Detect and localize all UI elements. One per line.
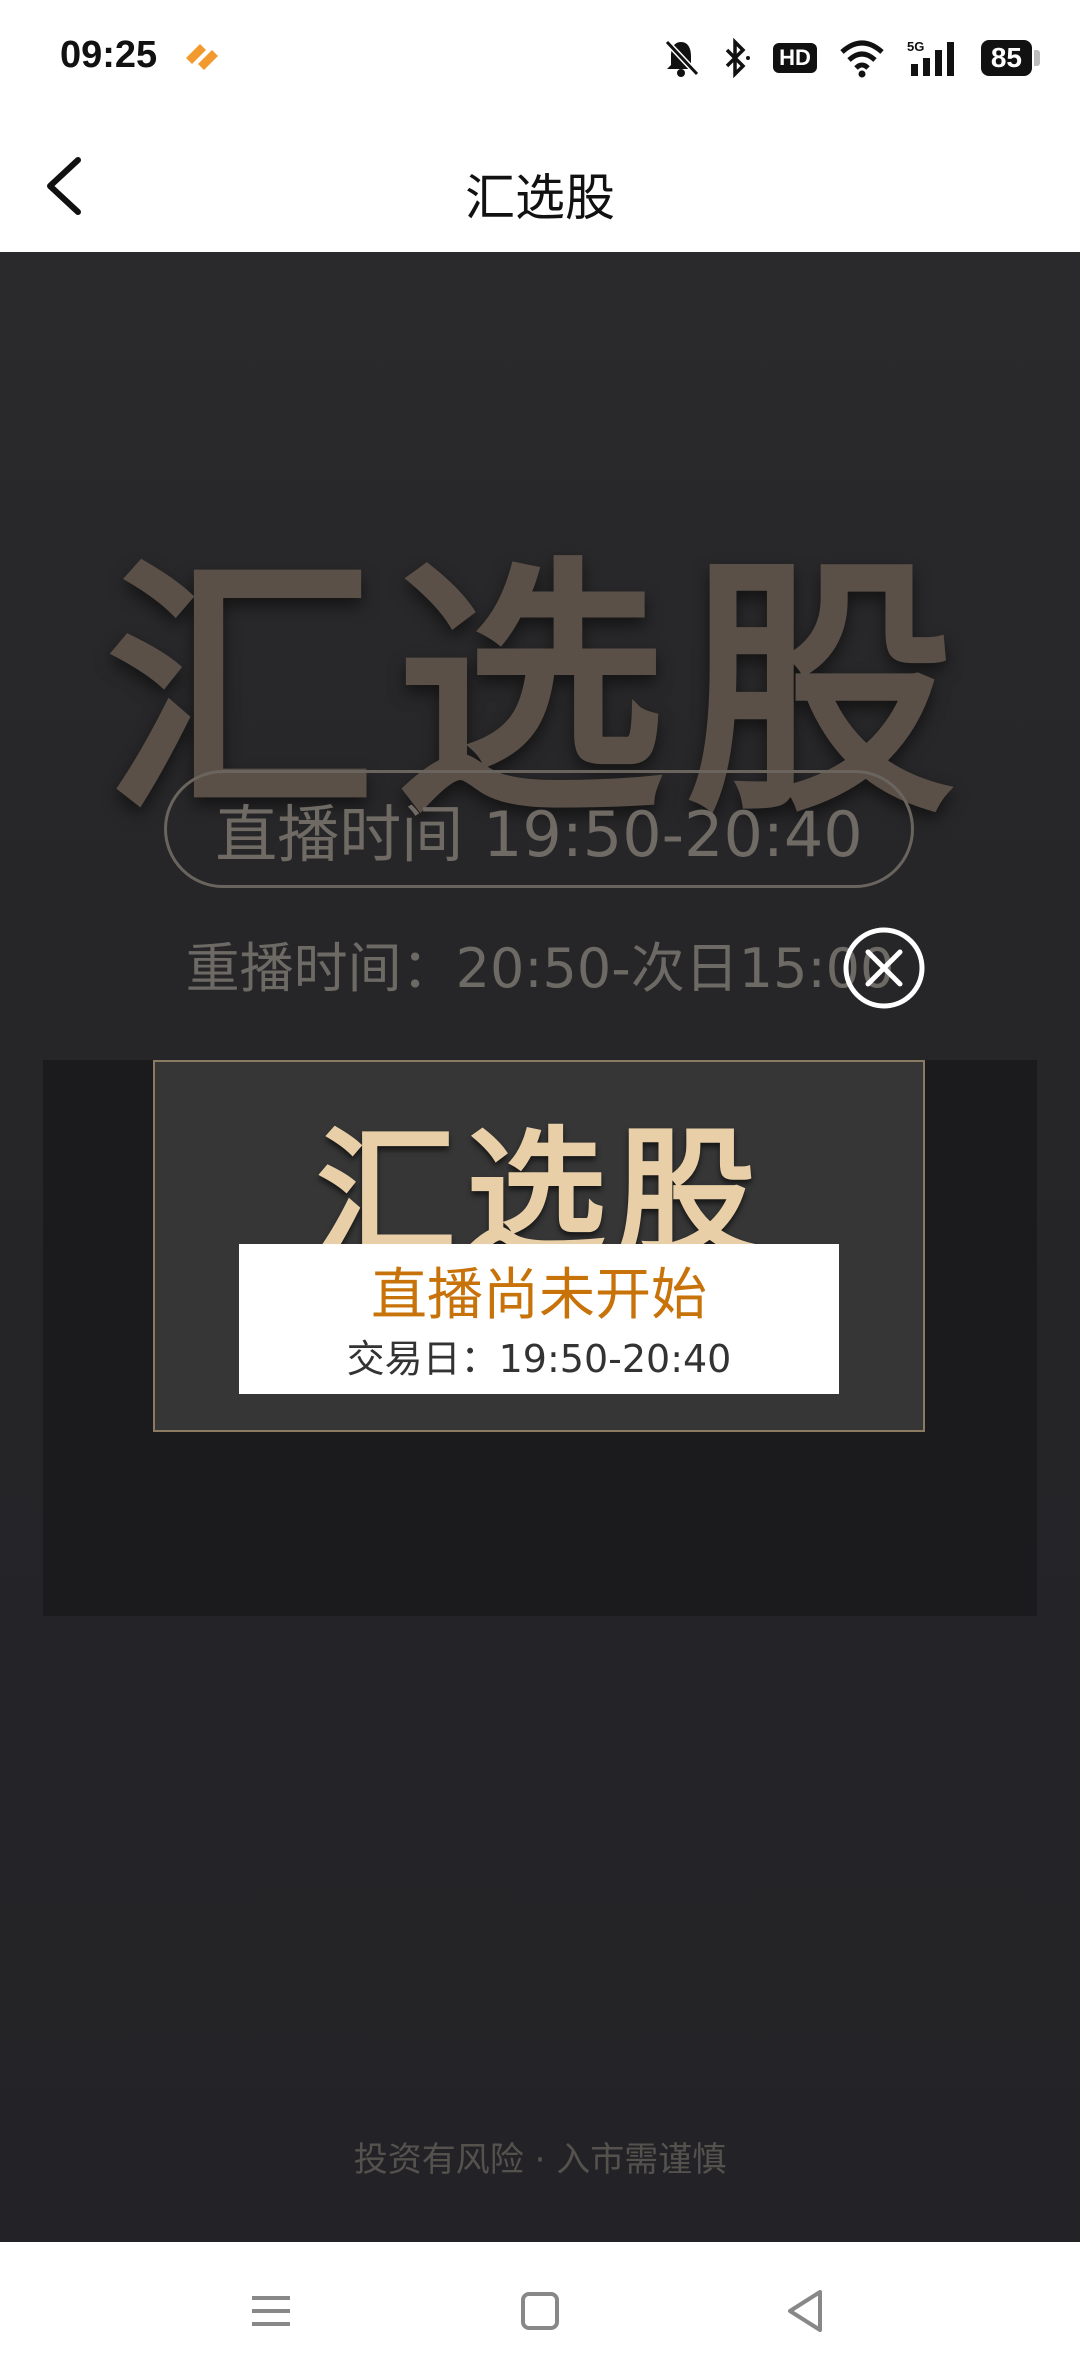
live-time-pill: 直播时间 19:50-20:40 — [164, 770, 914, 888]
notice-title: 直播尚未开始 — [371, 1263, 707, 1328]
player-banner: 汇选股 直播尚未开始 交易日：19:50-20:40 — [153, 1060, 925, 1432]
home-icon[interactable] — [515, 2286, 565, 2336]
battery-indicator: 85 — [980, 40, 1040, 76]
page-title: 汇选股 — [465, 169, 615, 227]
close-icon[interactable] — [842, 926, 926, 1010]
menu-icon[interactable] — [246, 2286, 296, 2336]
live-notice: 直播尚未开始 交易日：19:50-20:40 — [239, 1244, 839, 1394]
notice-time: 交易日：19:50-20:40 — [346, 1337, 732, 1381]
app-notification-icon — [186, 44, 218, 70]
status-time: 09:25 — [60, 34, 158, 76]
video-player[interactable]: 汇选股 直播尚未开始 交易日：19:50-20:40 — [43, 1060, 1037, 1616]
status-icons: HD 5G 85 — [663, 36, 1040, 80]
back-triangle-icon[interactable] — [780, 2286, 830, 2336]
mute-bell-icon — [664, 39, 700, 77]
system-nav-bar — [0, 2242, 1080, 2376]
risk-disclaimer: 投资有风险 · 入市需谨慎 — [353, 2140, 727, 2180]
hd-badge: HD — [773, 43, 817, 73]
network-label: 5G — [907, 39, 924, 54]
wifi-icon — [840, 40, 884, 78]
live-time-text: 直播时间 19:50-20:40 — [215, 798, 863, 871]
signal-icon: 5G — [907, 39, 954, 76]
nav-bar: 汇选股 — [0, 120, 1080, 252]
main-content: 汇选股 直播时间 19:50-20:40 重播时间：20:50-次日15:00 … — [0, 252, 1080, 2242]
battery-level: 85 — [980, 40, 1032, 76]
battery-nub — [1034, 50, 1040, 66]
status-bar: 09:25 HD 5G 85 — [0, 0, 1080, 120]
bluetooth-icon — [725, 38, 751, 78]
